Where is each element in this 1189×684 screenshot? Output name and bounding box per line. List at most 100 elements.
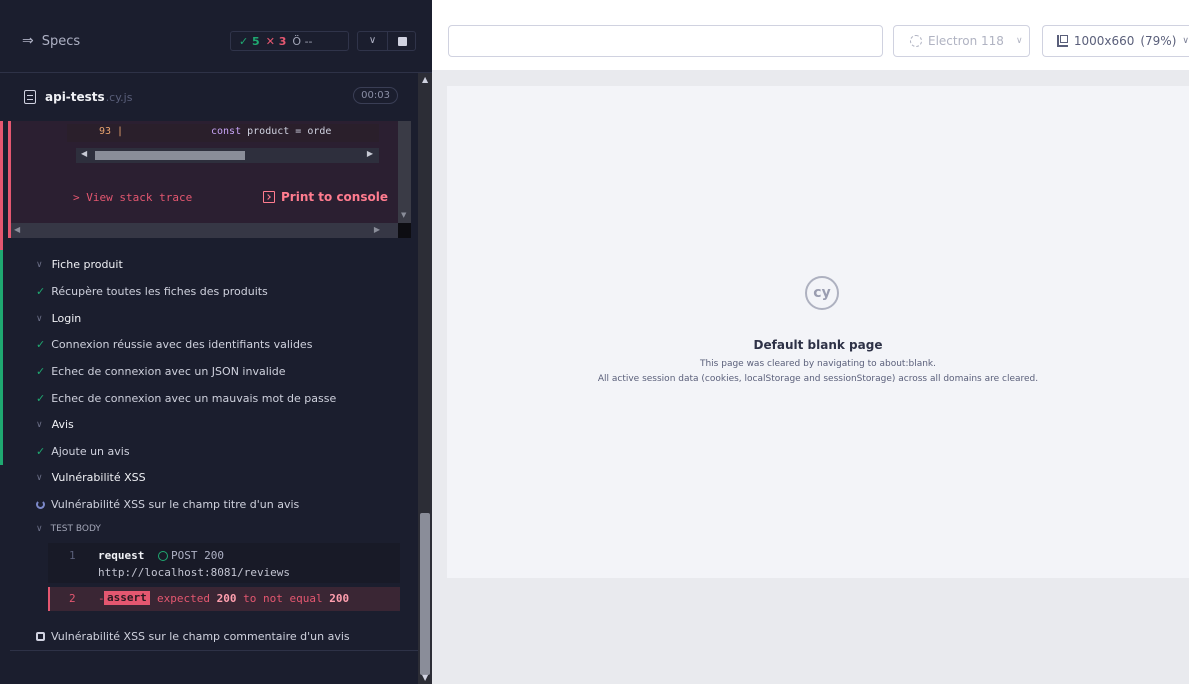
code-frame-line: 93 | const product = orde: [67, 124, 379, 142]
reporter-panel: ⇒ Specs ✓ 5 ✕ 3 Ö -- ∨ api-tests .cy.js …: [0, 0, 432, 684]
viewport-selector[interactable]: 1000x660 (79%) ∨: [1042, 25, 1189, 57]
view-stack-trace-button[interactable]: > View stack trace: [73, 191, 192, 204]
pending-icon: [36, 632, 45, 641]
error-vertical-scrollbar[interactable]: ▼: [398, 121, 411, 238]
browser-name: Electron 118: [928, 34, 1004, 48]
passed-state-bar: [0, 250, 3, 465]
failed-state-bar: [0, 121, 3, 250]
electron-icon: [910, 35, 922, 47]
test-title: Vulnérabilité XSS sur le champ commentai…: [51, 630, 350, 643]
suite-title: Vulnérabilité XSS: [51, 471, 146, 484]
test-title: Ajoute un avis: [51, 445, 130, 458]
error-horizontal-scrollbar[interactable]: ◀ ▶: [11, 223, 398, 238]
command-assert-failed[interactable]: 2 - assert expected 200 to not equal 200: [48, 587, 400, 611]
check-icon: ✓: [36, 445, 46, 458]
url-input[interactable]: [448, 25, 883, 57]
suite-title: Fiche produit: [51, 258, 123, 271]
test-title: Echec de connexion avec un mauvais mot d…: [51, 392, 337, 405]
scroll-up-icon[interactable]: ▲: [422, 75, 428, 84]
suite-fiche-produit[interactable]: ∨ Fiche produit: [36, 258, 123, 271]
code-text: const product = orde: [211, 126, 332, 137]
check-icon: ✓: [36, 392, 46, 405]
pending-count: Ö --: [292, 34, 313, 48]
check-icon: ✓: [36, 338, 46, 351]
suite-vulnerabilite-xss[interactable]: ∨ Vulnérabilité XSS: [36, 471, 146, 484]
status-circle-icon: [158, 550, 168, 561]
spec-duration: 00:03: [353, 87, 398, 104]
test-title: Récupère toutes les fiches des produits: [51, 285, 268, 298]
test-item-pending[interactable]: Vulnérabilité XSS sur le champ commentai…: [36, 630, 350, 643]
test-item[interactable]: ✓ Echec de connexion avec un JSON invali…: [36, 365, 286, 378]
test-body-label: TEST BODY: [50, 524, 101, 534]
blank-page-title: Default blank page: [753, 338, 883, 352]
check-icon: ✓: [36, 285, 46, 298]
spec-extension: .cy.js: [105, 90, 133, 104]
specs-label: Specs: [41, 33, 81, 49]
assert-message: expected 200 to not equal 200: [157, 592, 350, 605]
scroll-down-icon[interactable]: ▼: [401, 211, 406, 219]
check-icon: ✓: [36, 365, 46, 378]
divider: [10, 650, 418, 651]
console-icon: [263, 191, 275, 203]
browser-selector[interactable]: Electron 118 ∨: [893, 25, 1030, 57]
aut-iframe: cy Default blank page This page was clea…: [447, 86, 1189, 578]
test-item-running[interactable]: Vulnérabilité XSS sur le champ titre d'u…: [36, 498, 299, 511]
expand-chevron-icon[interactable]: ∨: [358, 32, 388, 50]
command-number: 1: [69, 549, 76, 562]
chevron-down-icon: ∨: [36, 419, 43, 430]
chevron-down-icon: ∨: [36, 259, 43, 270]
command-request[interactable]: 1 request POST 200 http://localhost:8081…: [48, 543, 400, 583]
viewport-size: 1000x660: [1073, 34, 1135, 48]
chevron-down-icon: ∨: [1015, 36, 1023, 46]
reporter-scrollbar[interactable]: ▲ ▼: [418, 73, 432, 684]
test-body-toggle[interactable]: ∨ TEST BODY: [36, 524, 101, 534]
passed-count: ✓ 5: [239, 34, 260, 48]
command-status: POST 200: [158, 549, 224, 562]
spec-name: api-tests: [45, 90, 105, 104]
failed-count: ✕ 3: [265, 34, 287, 48]
code-frame-scrollbar[interactable]: ◀ ▶: [76, 148, 379, 163]
chevron-down-icon: ∨: [36, 524, 43, 534]
scroll-left-icon[interactable]: ◀: [14, 225, 20, 234]
run-controls: ∨: [357, 31, 416, 51]
command-url: http://localhost:8081/reviews: [98, 566, 291, 579]
command-number: 2: [69, 592, 76, 605]
scroll-right-icon[interactable]: ▶: [367, 149, 373, 158]
suite-title: Avis: [51, 418, 74, 431]
scrollbar-corner: [398, 223, 411, 238]
print-to-console-label: Print to console: [281, 190, 388, 204]
print-to-console-button[interactable]: Print to console: [263, 190, 388, 204]
test-item[interactable]: ✓ Echec de connexion avec un mauvais mot…: [36, 392, 336, 405]
file-icon: [24, 90, 36, 104]
command-name: request: [98, 549, 145, 562]
specs-arrow-icon: ⇒: [22, 33, 34, 49]
scroll-right-icon[interactable]: ▶: [374, 225, 380, 234]
suite-title: Login: [51, 312, 82, 325]
scroll-thumb[interactable]: [420, 513, 430, 675]
zoom-level: (79%): [1140, 34, 1177, 48]
running-icon: [36, 500, 45, 509]
test-title: Vulnérabilité XSS sur le champ titre d'u…: [51, 498, 300, 511]
chevron-down-icon: ∨: [36, 313, 43, 324]
suite-login[interactable]: ∨ Login: [36, 312, 81, 325]
test-item[interactable]: ✓ Connexion réussie avec des identifiant…: [36, 338, 312, 351]
assert-badge: assert: [104, 591, 150, 605]
aut-header: Electron 118 ∨ 1000x660 (79%) ∨: [432, 0, 1189, 70]
stop-icon[interactable]: [398, 36, 407, 46]
specs-toggle-button[interactable]: ⇒ Specs: [22, 33, 80, 49]
scroll-left-icon[interactable]: ◀: [81, 149, 87, 158]
scroll-thumb[interactable]: [95, 151, 245, 160]
test-title: Echec de connexion avec un JSON invalide: [51, 365, 286, 378]
chevron-down-icon: ∨: [1182, 36, 1189, 46]
reporter-header: ⇒ Specs ✓ 5 ✕ 3 Ö -- ∨: [0, 0, 432, 73]
code-line-number: 93 |: [99, 126, 124, 137]
error-block: 93 | const product = orde ◀ ▶ > View sta…: [8, 121, 411, 238]
test-item[interactable]: ✓ Récupère toutes les fiches des produit…: [36, 285, 268, 298]
test-title: Connexion réussie avec des identifiants …: [51, 338, 313, 351]
test-item[interactable]: ✓ Ajoute un avis: [36, 445, 130, 458]
blank-page-line-1: This page was cleared by navigating to a…: [699, 359, 936, 369]
scroll-down-icon[interactable]: ▼: [422, 673, 428, 682]
test-stats: ✓ 5 ✕ 3 Ö --: [230, 31, 349, 51]
blank-page-line-2: All active session data (cookies, localS…: [597, 374, 1039, 384]
suite-avis[interactable]: ∨ Avis: [36, 418, 74, 431]
